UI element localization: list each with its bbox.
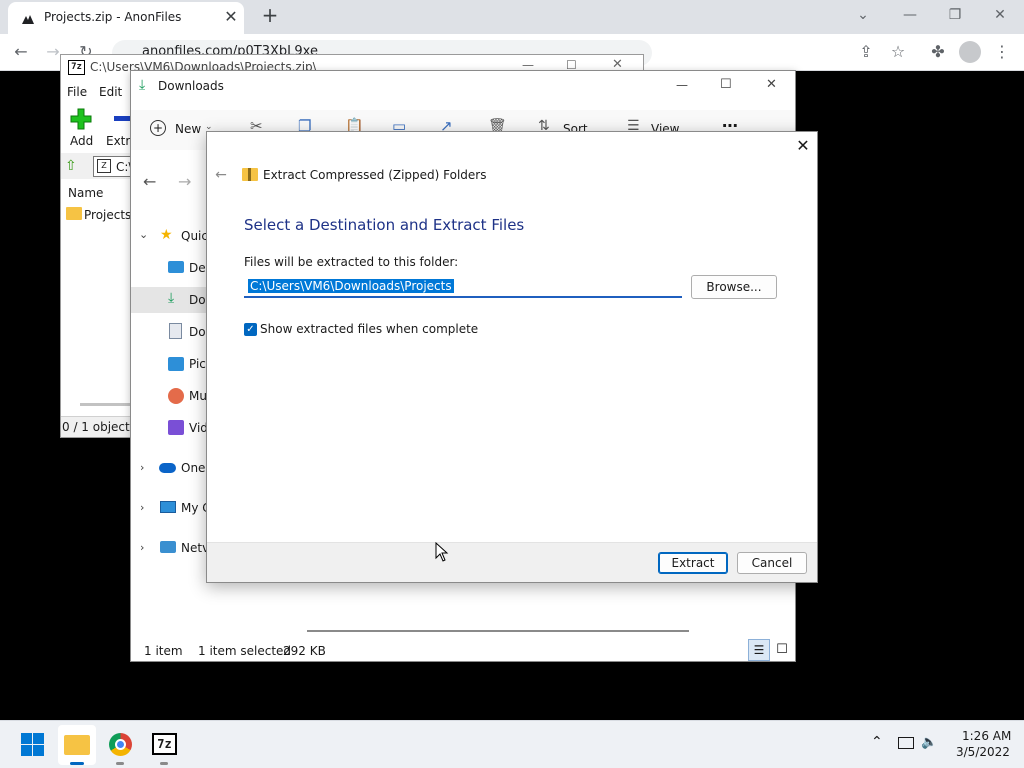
7zip-address-field[interactable]: Z C:\ xyxy=(93,156,133,177)
7zip-app-icon: 7z xyxy=(68,60,85,75)
show-files-label[interactable]: Show extracted files when complete xyxy=(260,322,478,336)
extensions-icon[interactable]: ✤ xyxy=(927,41,949,63)
folder-icon xyxy=(66,207,82,220)
music-icon xyxy=(168,388,184,404)
share-icon[interactable]: ⇪ xyxy=(855,41,877,63)
7zip-column-name[interactable]: Name xyxy=(68,186,103,200)
taskbar-chrome-icon[interactable] xyxy=(109,733,132,756)
explorer-new-button[interactable]: New xyxy=(175,122,201,136)
status-item-count: 1 item xyxy=(144,644,183,658)
extract-minus-icon[interactable] xyxy=(114,116,130,121)
quick-access-chevron-icon[interactable]: ⌄ xyxy=(139,228,148,241)
nav-onedrive[interactable]: OneI xyxy=(181,461,206,475)
this-pc-chevron-icon[interactable]: › xyxy=(140,501,144,514)
cancel-button[interactable]: Cancel xyxy=(737,552,807,574)
browser-tab[interactable]: Projects.zip - AnonFiles ✕ xyxy=(8,2,244,34)
7zip-item-projects[interactable]: Projects xyxy=(84,208,131,222)
extract-dialog xyxy=(206,131,818,583)
explorer-running-indicator xyxy=(70,762,84,765)
7zip-menu-edit[interactable]: Edit xyxy=(99,85,122,99)
documents-icon xyxy=(169,323,182,339)
dialog-close-icon[interactable]: ✕ xyxy=(792,135,814,157)
tray-chevron-up-icon[interactable]: ⌃ xyxy=(871,734,883,750)
browser-close-icon[interactable]: ✕ xyxy=(988,5,1012,25)
dialog-title: Extract Compressed (Zipped) Folders xyxy=(263,168,487,182)
explorer-back-icon[interactable]: ← xyxy=(143,172,156,191)
dialog-back-icon[interactable]: ← xyxy=(212,166,230,184)
chrome-menu-icon[interactable]: ⋮ xyxy=(991,41,1013,63)
desktop-icon xyxy=(168,261,184,273)
profile-avatar-icon[interactable] xyxy=(959,41,981,63)
nav-documents[interactable]: Doc xyxy=(189,325,207,339)
chrome-running-indicator xyxy=(116,762,124,765)
7zip-status-text: 0 / 1 object(s xyxy=(62,420,141,434)
details-view-icon[interactable]: ☰ xyxy=(748,639,770,661)
large-icons-view-icon[interactable]: ☐ xyxy=(773,639,791,661)
new-plus-icon[interactable]: + xyxy=(150,120,166,136)
destination-input[interactable]: C:\Users\VM6\Downloads\Projects xyxy=(244,276,682,298)
destination-input-value: C:\Users\VM6\Downloads\Projects xyxy=(248,279,454,293)
browser-tab-title: Projects.zip - AnonFiles xyxy=(44,10,182,24)
show-files-checkbox[interactable]: ✓ xyxy=(244,323,257,336)
new-tab-icon[interactable]: + xyxy=(258,3,282,27)
anonfiles-favicon-icon xyxy=(22,15,34,24)
onedrive-cloud-icon xyxy=(159,463,176,473)
extract-button[interactable]: Extract xyxy=(658,552,728,574)
mouse-cursor-icon xyxy=(435,542,449,562)
volume-tray-icon[interactable]: 🔈 xyxy=(921,735,937,750)
quick-access-star-icon: ★ xyxy=(160,227,173,243)
nav-network[interactable]: Netv xyxy=(181,541,206,555)
onedrive-chevron-icon[interactable]: › xyxy=(140,461,144,474)
explorer-close-icon[interactable]: ✕ xyxy=(766,77,777,92)
back-icon[interactable]: ← xyxy=(10,41,32,63)
explorer-minimize-icon[interactable]: — xyxy=(676,78,688,92)
bookmark-star-icon[interactable]: ☆ xyxy=(887,41,909,63)
videos-icon xyxy=(168,420,184,435)
start-windows-icon[interactable] xyxy=(21,733,44,756)
nav-quick-access[interactable]: Quic xyxy=(181,229,206,243)
nav-videos[interactable]: Vid xyxy=(189,421,207,435)
browser-restore-icon[interactable]: ❐ xyxy=(943,5,967,25)
explorer-maximize-icon[interactable]: ☐ xyxy=(720,77,732,92)
taskbar-file-explorer-icon[interactable] xyxy=(64,735,90,755)
nav-downloads[interactable]: Dow xyxy=(189,293,207,307)
nav-music[interactable]: Mu xyxy=(189,389,207,403)
status-selected: 1 item selected xyxy=(198,644,292,658)
pictures-icon xyxy=(168,357,184,371)
tab-close-icon[interactable]: ✕ xyxy=(222,8,240,26)
clock-time[interactable]: 1:26 AM xyxy=(962,729,1011,743)
taskbar-7zip-icon[interactable]: 7z xyxy=(152,733,177,755)
browser-minimize-icon[interactable]: — xyxy=(898,5,922,25)
computer-icon xyxy=(160,501,176,513)
nav-desktop[interactable]: Des xyxy=(189,261,207,275)
explorer-forward-icon[interactable]: → xyxy=(178,172,191,191)
dialog-heading: Select a Destination and Extract Files xyxy=(244,216,525,234)
7zip-running-indicator xyxy=(160,762,168,765)
explorer-hscrollbar[interactable] xyxy=(307,630,689,632)
add-plus-icon[interactable] xyxy=(70,108,92,130)
downloads-icon: ⤓ xyxy=(168,290,175,306)
clock-date[interactable]: 3/5/2022 xyxy=(956,745,1010,759)
7zip-add-label[interactable]: Add xyxy=(70,134,93,148)
explorer-title: Downloads xyxy=(158,79,224,93)
archive-icon: Z xyxy=(97,159,111,173)
7zip-scrollbar[interactable] xyxy=(80,403,130,406)
network-tray-icon[interactable] xyxy=(898,737,914,749)
destination-label: Files will be extracted to this folder: xyxy=(244,255,459,269)
nav-pictures[interactable]: Pic xyxy=(189,357,207,371)
browse-button[interactable]: Browse... xyxy=(691,275,777,299)
downloads-title-icon: ⤓ xyxy=(139,77,146,93)
up-folder-icon[interactable]: ⇧ xyxy=(65,158,81,174)
tab-search-icon[interactable]: ⌄ xyxy=(851,5,875,25)
7zip-menu-file[interactable]: File xyxy=(67,85,87,99)
nav-my-computer[interactable]: My C xyxy=(181,501,206,515)
zipped-folder-icon xyxy=(242,168,258,181)
network-chevron-icon[interactable]: › xyxy=(140,541,144,554)
network-icon xyxy=(160,541,176,553)
status-size: 292 KB xyxy=(283,644,326,658)
